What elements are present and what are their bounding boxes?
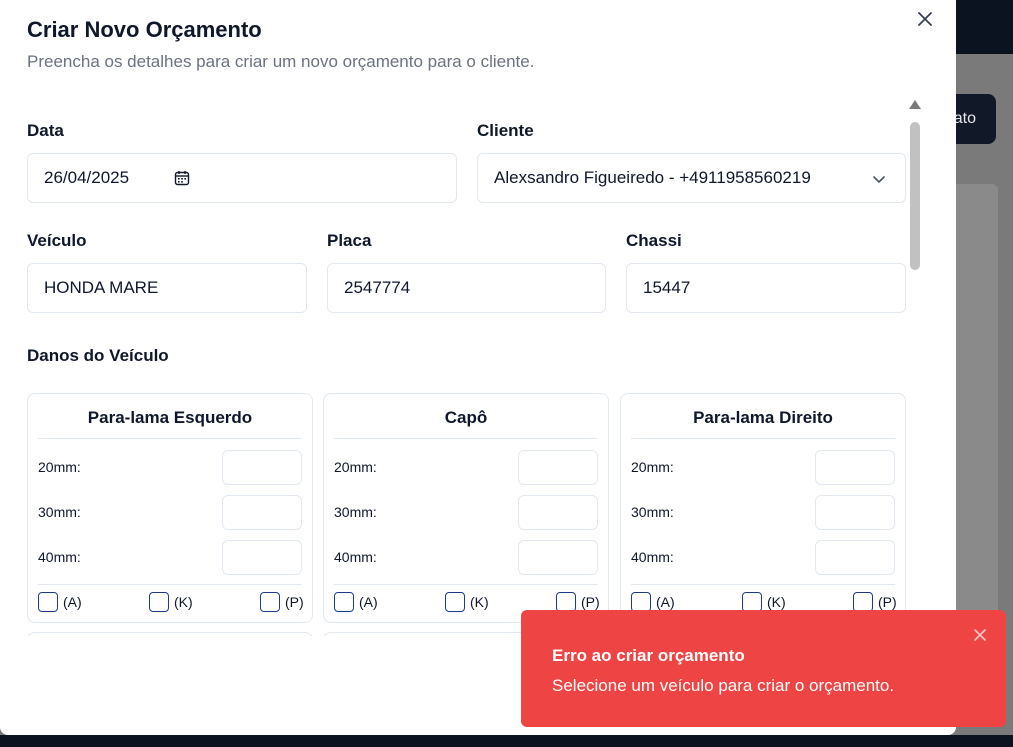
input-20mm[interactable] (518, 450, 598, 485)
input-30mm[interactable] (222, 495, 302, 530)
chassis-field[interactable]: 15447 (626, 263, 906, 313)
client-value: Alexsandro Figueiredo - +4911958560219 (494, 168, 811, 187)
toast-message: Selecione um veículo para criar o orçame… (552, 676, 895, 695)
plate-field[interactable]: 2547774 (327, 263, 606, 313)
card-title: Para-lama Esquerdo (38, 408, 302, 439)
error-toast: Erro ao criar orçamento Selecione um veí… (521, 610, 1006, 727)
toast-title: Erro ao criar orçamento (552, 646, 745, 665)
input-40mm[interactable] (518, 540, 598, 575)
input-20mm[interactable] (222, 450, 302, 485)
checkbox-p[interactable]: (P) (260, 592, 304, 612)
chassis-value: 15447 (643, 278, 691, 297)
checkbox-box[interactable] (742, 592, 762, 612)
vehicle-label: Veículo (27, 231, 87, 250)
row-label-30mm: 30mm: (334, 504, 377, 520)
input-30mm[interactable] (518, 495, 598, 530)
checkbox-box[interactable] (631, 592, 651, 612)
divider (38, 584, 302, 585)
row-label-30mm: 30mm: (38, 504, 81, 520)
scroll-thumb[interactable] (910, 122, 920, 270)
background-footer (0, 735, 1013, 747)
chevron-down-icon (873, 176, 885, 183)
row-label-20mm: 20mm: (334, 459, 377, 475)
checkbox-box[interactable] (445, 592, 465, 612)
plate-value: 2547774 (344, 278, 411, 297)
damages-section-title: Danos do Veículo (27, 346, 169, 365)
damage-card-left-fender: Para-lama Esquerdo 20mm: 30mm: 40mm: (A)… (27, 393, 313, 623)
scroll-up-arrow-icon[interactable] (909, 100, 921, 109)
row-label-40mm: 40mm: (631, 549, 674, 565)
plate-label: Placa (327, 231, 372, 250)
vehicle-field[interactable]: HONDA MARE (27, 263, 307, 313)
dialog-title: Criar Novo Orçamento (27, 17, 262, 42)
row-label-40mm: 40mm: (334, 549, 377, 565)
date-label: Data (27, 121, 64, 140)
row-label-20mm: 20mm: (38, 459, 81, 475)
close-icon[interactable] (914, 8, 936, 30)
checkbox-k[interactable]: (K) (742, 592, 786, 612)
divider (334, 584, 598, 585)
vehicle-value: HONDA MARE (44, 278, 159, 297)
date-field[interactable]: 26/04/2025 (27, 153, 457, 203)
date-value: 26/04/2025 (44, 168, 130, 187)
damage-card-next (27, 632, 313, 636)
client-select[interactable]: Alexsandro Figueiredo - +4911958560219 (477, 153, 906, 203)
input-20mm[interactable] (815, 450, 895, 485)
checkbox-box[interactable] (334, 592, 354, 612)
card-title: Capô (334, 408, 598, 439)
checkbox-k[interactable]: (K) (149, 592, 193, 612)
input-40mm[interactable] (222, 540, 302, 575)
checkbox-p[interactable]: (P) (853, 592, 897, 612)
row-label-40mm: 40mm: (38, 549, 81, 565)
checkbox-box[interactable] (38, 592, 58, 612)
chassis-label: Chassi (626, 231, 682, 250)
close-icon[interactable] (972, 627, 988, 643)
calendar-icon[interactable] (174, 170, 190, 186)
client-label: Cliente (477, 121, 534, 140)
checkbox-box[interactable] (853, 592, 873, 612)
damage-card-right-fender: Para-lama Direito 20mm: 30mm: 40mm: (A) … (620, 393, 906, 623)
row-label-20mm: 20mm: (631, 459, 674, 475)
checkbox-a[interactable]: (A) (38, 592, 82, 612)
checkbox-a[interactable]: (A) (334, 592, 378, 612)
card-title: Para-lama Direito (631, 408, 895, 439)
checkbox-box[interactable] (260, 592, 280, 612)
divider (631, 584, 895, 585)
checkbox-box[interactable] (149, 592, 169, 612)
checkbox-box[interactable] (556, 592, 576, 612)
input-30mm[interactable] (815, 495, 895, 530)
damage-card-hood: Capô 20mm: 30mm: 40mm: (A) (K) (P) (323, 393, 609, 623)
input-40mm[interactable] (815, 540, 895, 575)
scrollbar[interactable] (906, 98, 924, 638)
form-scroll-area: Data 26/04/2025 Cliente Alexsandro Figue… (0, 96, 928, 636)
checkbox-a[interactable]: (A) (631, 592, 675, 612)
row-label-30mm: 30mm: (631, 504, 674, 520)
checkbox-p[interactable]: (P) (556, 592, 600, 612)
dialog-description: Preencha os detalhes para criar um novo … (27, 52, 535, 71)
checkbox-k[interactable]: (K) (445, 592, 489, 612)
